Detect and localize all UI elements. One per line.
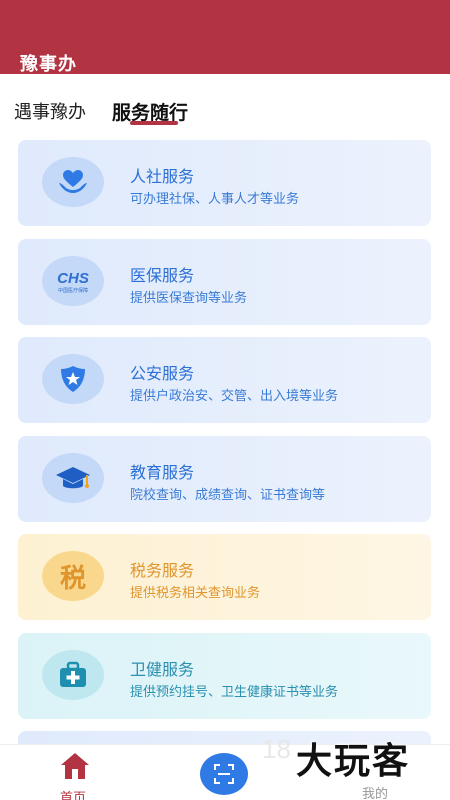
watermark: 18 大玩客 bbox=[262, 732, 442, 792]
service-name: 卫健服务 bbox=[130, 659, 195, 679]
scan-icon bbox=[214, 764, 234, 784]
scan-button[interactable] bbox=[200, 753, 248, 795]
tab-bar: 遇事豫办 服务随行 bbox=[0, 74, 450, 134]
service-card-social-security[interactable]: 人社服务 可办理社保、人事人才等业务 bbox=[18, 140, 431, 226]
service-desc: 提供户政治安、交管、出入境等业务 bbox=[130, 389, 339, 404]
service-desc: 提供税务相关查询业务 bbox=[130, 586, 261, 601]
tax-icon-glyph: 税 bbox=[59, 563, 86, 594]
active-tab-indicator bbox=[130, 121, 178, 125]
chs-logo-icon: CHS 中国医疗保障 bbox=[42, 255, 104, 306]
tab-yushi-yuban[interactable]: 遇事豫办 bbox=[14, 98, 86, 124]
chs-logo-text: CHS bbox=[57, 270, 89, 287]
app-title: 豫事办 bbox=[20, 54, 77, 75]
nav-home-label: 首页 bbox=[60, 791, 87, 800]
service-desc: 提供医保查询等业务 bbox=[130, 290, 248, 306]
service-name: 人社服务 bbox=[130, 167, 195, 186]
service-card-public-security[interactable]: 公安服务 提供户政治安、交管、出入境等业务 bbox=[18, 337, 431, 423]
service-card-education[interactable]: 教育服务 院校查询、成绩查询、证书查询等 bbox=[18, 435, 431, 522]
app-header: 豫事办 bbox=[0, 0, 450, 75]
service-name: 教育服务 bbox=[130, 462, 195, 482]
service-desc: 提供预约挂号、卫生健康证书等业务 bbox=[130, 684, 339, 700]
service-list: 人社服务 可办理社保、人事人才等业务 CHS 中国医疗保障 医保服务 提供医保查… bbox=[18, 140, 431, 771]
service-name: 税务服务 bbox=[130, 561, 195, 580]
service-card-health[interactable]: 卫健服务 提供预约挂号、卫生健康证书等业务 bbox=[18, 632, 431, 719]
service-desc: 可办理社保、人事人才等业务 bbox=[130, 192, 300, 207]
graduation-cap-icon bbox=[42, 452, 104, 503]
medical-kit-icon bbox=[42, 649, 104, 700]
chs-logo-subtext: 中国医疗保障 bbox=[58, 287, 88, 294]
service-desc: 院校查询、成绩查询、证书查询等 bbox=[130, 487, 326, 503]
nav-home[interactable]: 首页 bbox=[55, 751, 95, 800]
service-card-medical-insurance[interactable]: CHS 中国医疗保障 医保服务 提供医保查询等业务 bbox=[18, 238, 431, 325]
heart-hands-icon bbox=[42, 157, 104, 207]
tax-icon: 税 bbox=[42, 551, 104, 601]
service-name: 医保服务 bbox=[130, 265, 195, 285]
service-card-tax[interactable]: 税 税务服务 提供税务相关查询业务 bbox=[18, 534, 431, 620]
watermark-text: 大玩客 bbox=[296, 741, 411, 782]
watermark-number: 18 bbox=[262, 734, 291, 764]
service-name: 公安服务 bbox=[130, 364, 195, 383]
home-icon bbox=[61, 753, 89, 779]
police-badge-icon bbox=[42, 354, 104, 404]
